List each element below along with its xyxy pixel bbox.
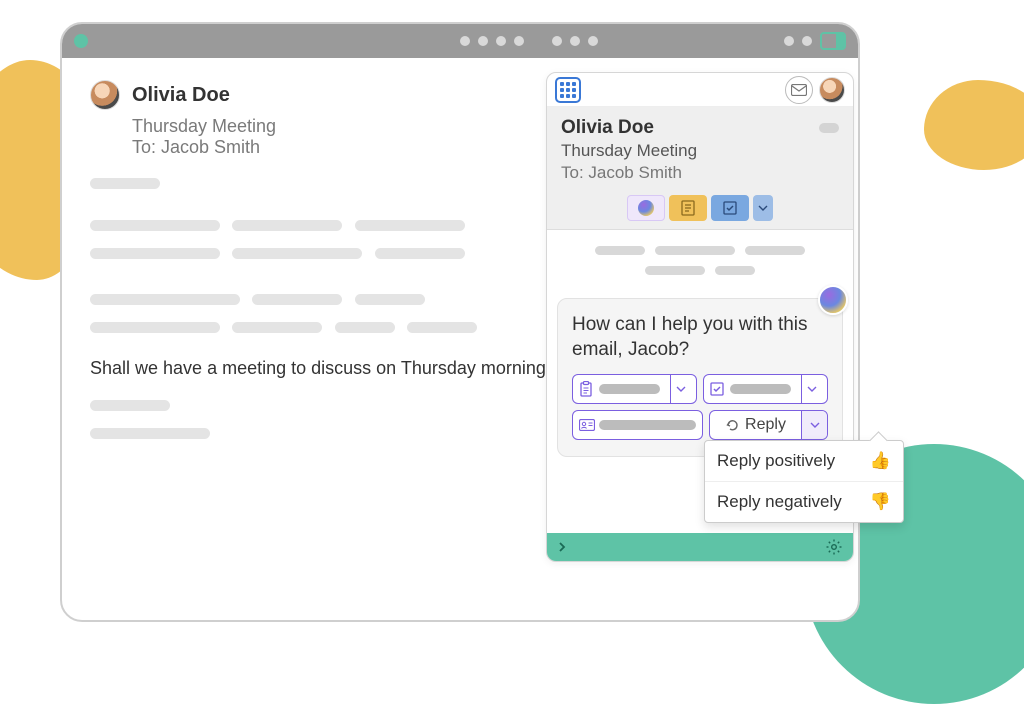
mail-icon[interactable]	[785, 76, 813, 104]
reply-button[interactable]: Reply	[709, 410, 828, 440]
sender-avatar	[90, 80, 120, 110]
decorative-blob	[924, 80, 1024, 170]
thumbs-down-icon: 👎	[870, 492, 891, 512]
titlebar-action-icon[interactable]	[802, 36, 812, 46]
create-note-button[interactable]	[572, 374, 697, 404]
thumbs-up-icon: 👍	[870, 451, 891, 471]
clipboard-icon	[579, 381, 593, 397]
id-card-icon	[579, 419, 593, 431]
titlebar-tabs	[460, 36, 598, 46]
assistant-mode-chips	[561, 195, 839, 221]
reply-positively-item[interactable]: Reply positively 👍	[705, 441, 903, 481]
tab-dot[interactable]	[496, 36, 506, 46]
assistant-summary-placeholder	[547, 230, 853, 292]
settings-gear-icon[interactable]	[825, 538, 843, 556]
user-avatar[interactable]	[819, 77, 845, 103]
assistant-prompt-card: How can I help you with this email, Jaco…	[557, 298, 843, 457]
assistant-toolbar	[547, 73, 853, 107]
reply-dropdown-toggle[interactable]	[801, 411, 827, 439]
tasks-chip[interactable]	[711, 195, 749, 221]
titlebar-action-icon[interactable]	[784, 36, 794, 46]
assistant-flag-icon[interactable]	[819, 123, 839, 133]
ai-badge-icon	[818, 285, 848, 315]
assistant-footer	[547, 533, 853, 561]
reply-dropdown-menu: Reply positively 👍 Reply negatively 👎	[704, 440, 904, 523]
tab-dot[interactable]	[570, 36, 580, 46]
assistant-to-line: To: Jacob Smith	[561, 163, 839, 183]
undo-reply-icon	[725, 418, 739, 432]
chevron-down-icon[interactable]	[801, 375, 821, 403]
checkbox-icon	[710, 382, 724, 396]
titlebar	[62, 24, 858, 58]
panel-toggle-icon[interactable]	[820, 32, 846, 50]
tab-dot[interactable]	[552, 36, 562, 46]
assistant-prompt-text: How can I help you with this email, Jaco…	[572, 313, 828, 362]
reply-button-label: Reply	[745, 416, 786, 434]
tab-dot[interactable]	[514, 36, 524, 46]
notes-chip[interactable]	[669, 195, 707, 221]
reply-positively-label: Reply positively	[717, 451, 835, 471]
tab-dot[interactable]	[460, 36, 470, 46]
assistant-sender-name: Olivia Doe	[561, 117, 654, 139]
assistant-subject: Thursday Meeting	[561, 141, 839, 161]
assistant-email-header: Olivia Doe Thursday Meeting To: Jacob Sm…	[547, 107, 853, 230]
create-task-button[interactable]	[703, 374, 828, 404]
sender-name: Olivia Doe	[132, 84, 230, 107]
reply-negatively-item[interactable]: Reply negatively 👎	[705, 481, 903, 522]
chevron-down-icon[interactable]	[670, 375, 690, 403]
create-contact-button[interactable]	[572, 410, 703, 440]
tab-dot[interactable]	[478, 36, 488, 46]
traffic-light-icon[interactable]	[74, 34, 88, 48]
chip-dropdown[interactable]	[753, 195, 773, 221]
ai-chip[interactable]	[627, 195, 665, 221]
expand-icon[interactable]	[557, 540, 567, 554]
reply-negatively-label: Reply negatively	[717, 492, 842, 512]
tab-dot[interactable]	[588, 36, 598, 46]
apps-grid-button[interactable]	[555, 77, 581, 103]
